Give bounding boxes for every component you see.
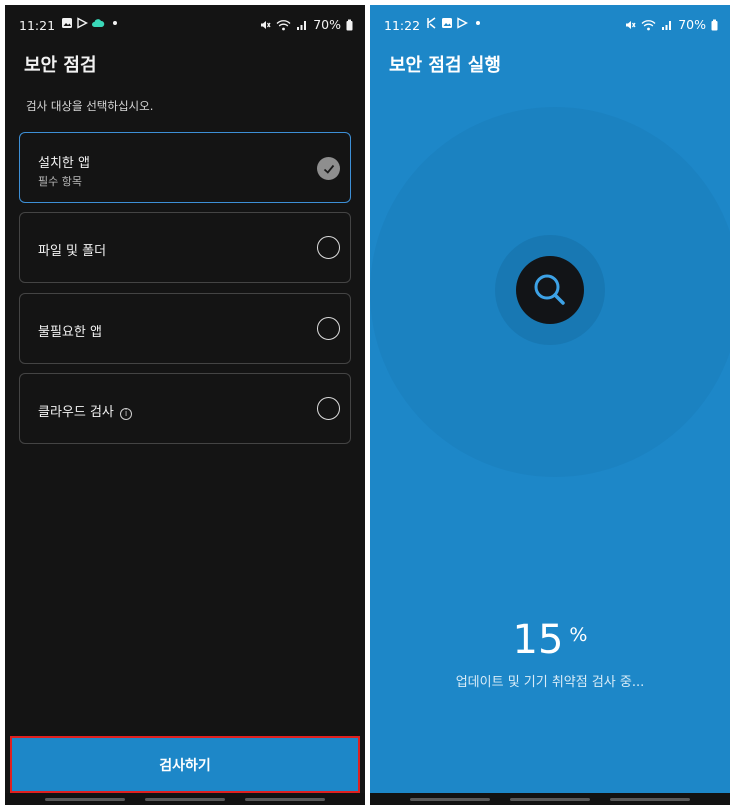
image-icon xyxy=(442,18,452,28)
battery-icon xyxy=(711,19,718,30)
option-label: 설치한 앱 xyxy=(38,156,90,171)
notification-dot xyxy=(113,21,117,25)
play-store-icon xyxy=(77,17,88,29)
progress-value: 15 xyxy=(512,617,564,663)
page-title: 보안 점검 실행 xyxy=(389,55,501,76)
option-label: 불필요한 앱 xyxy=(38,325,102,340)
scan-button[interactable]: 검사하기 xyxy=(10,736,360,793)
nav-home-handle[interactable] xyxy=(510,798,590,801)
progress-status-text: 업데이트 및 기기 취약점 검사 중... xyxy=(455,675,645,690)
mute-icon xyxy=(626,20,636,29)
battery-percent: 70% xyxy=(313,17,341,32)
battery-percent: 70% xyxy=(678,17,706,32)
notification-icon xyxy=(427,17,436,29)
cloud-icon xyxy=(92,19,105,27)
notification-dot xyxy=(476,21,480,25)
status-bar: 11:21 70% xyxy=(5,5,365,45)
navigation-bar xyxy=(370,793,730,805)
check-icon xyxy=(317,157,340,180)
security-check-running-screen: 11:22 70% 보안 점검 실행 15% 업데이트 및 기기 취약점 검사 … xyxy=(370,5,730,805)
nav-back-handle[interactable] xyxy=(610,798,690,801)
play-store-icon xyxy=(457,17,468,29)
instruction-text: 검사 대상을 선택하십시오. xyxy=(26,99,154,113)
image-icon xyxy=(62,18,72,28)
page-title: 보안 점검 xyxy=(24,55,97,76)
status-bar: 11:22 70% xyxy=(370,5,730,45)
wifi-icon xyxy=(276,19,291,30)
option-label: 파일 및 폴더 xyxy=(38,244,107,259)
option-files-folders[interactable]: 파일 및 폴더 xyxy=(19,212,351,283)
option-installed-apps[interactable]: 설치한 앱 필수 항목 xyxy=(19,132,351,203)
wifi-icon xyxy=(641,19,656,30)
radio-button[interactable] xyxy=(317,317,340,340)
signal-icon xyxy=(662,20,672,30)
radio-button[interactable] xyxy=(317,236,340,259)
mute-icon xyxy=(261,20,271,29)
status-time: 11:21 xyxy=(19,18,56,33)
option-unnecessary-apps[interactable]: 불필요한 앱 xyxy=(19,293,351,364)
signal-icon xyxy=(297,20,307,30)
option-label: 클라우드 검사 xyxy=(38,405,114,420)
info-icon[interactable]: i xyxy=(120,408,133,420)
nav-home-handle[interactable] xyxy=(145,798,225,801)
search-icon xyxy=(516,256,584,324)
option-cloud-scan[interactable]: 클라우드 검사 i xyxy=(19,373,351,444)
progress-unit: % xyxy=(569,624,588,646)
progress-percent: 15% xyxy=(370,617,730,663)
option-sublabel: 필수 항목 xyxy=(38,175,82,188)
navigation-bar xyxy=(5,793,365,805)
radio-button[interactable] xyxy=(317,397,340,420)
nav-recent-handle[interactable] xyxy=(45,798,125,801)
nav-recent-handle[interactable] xyxy=(410,798,490,801)
battery-icon xyxy=(346,19,353,30)
nav-back-handle[interactable] xyxy=(245,798,325,801)
status-time: 11:22 xyxy=(384,18,421,33)
security-check-select-screen: 11:21 70% 보안 점검 검사 대상을 선택하십시오. 설치한 앱 필수 … xyxy=(5,5,365,805)
